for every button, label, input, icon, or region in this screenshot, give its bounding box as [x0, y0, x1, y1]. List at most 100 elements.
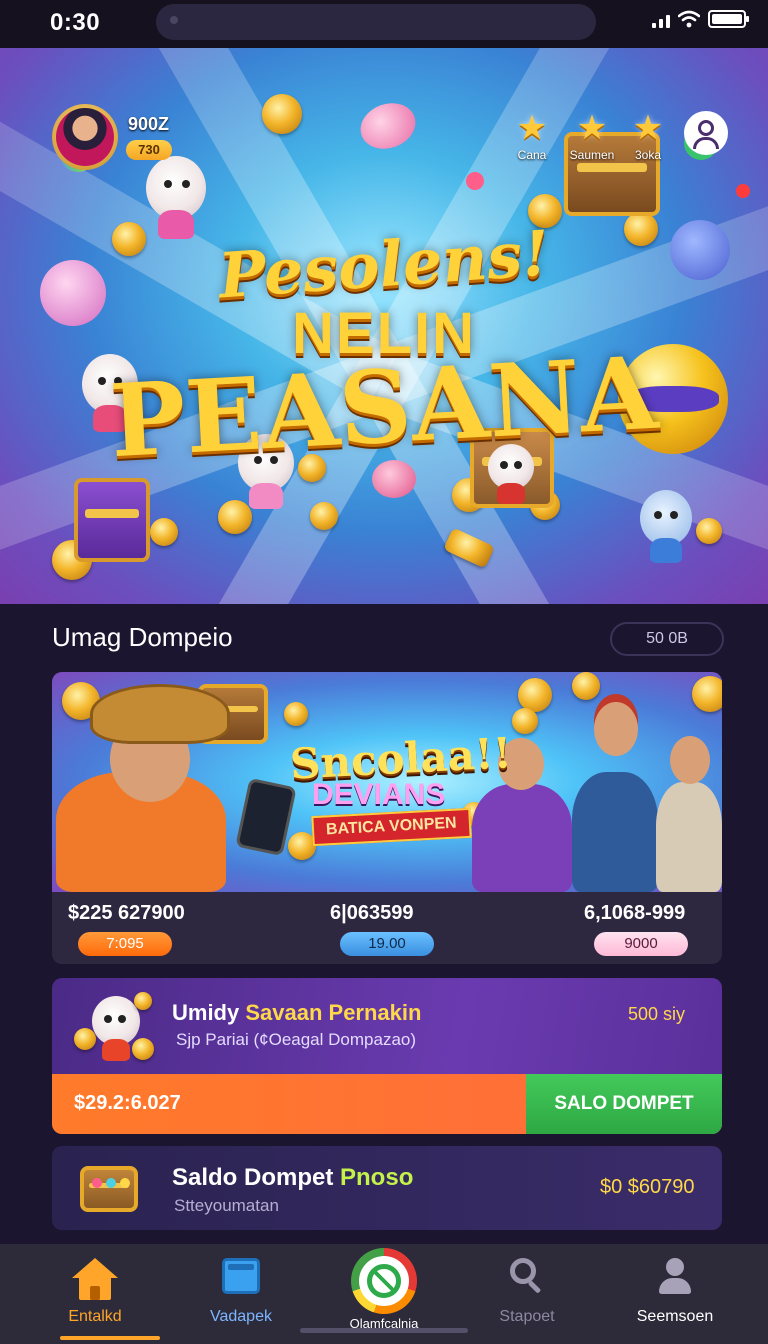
chest-shape	[80, 1166, 138, 1212]
coin-icon	[284, 702, 308, 726]
player-score: 900Z	[128, 114, 170, 134]
wallet-subtitle: Stteyoumatan	[174, 1196, 279, 1215]
offer-price: 500 siy	[628, 1004, 686, 1024]
offer-subtitle: Sjp Pariai (¢Oeagal Dompazao)	[176, 1030, 417, 1049]
section-badge[interactable]: 50 0B	[610, 622, 724, 656]
user-icon	[657, 1258, 693, 1294]
sparkle-icon	[736, 184, 750, 198]
person-figure	[472, 784, 572, 892]
tab-3oka[interactable]: ★ 3oka	[618, 110, 678, 162]
tab-label: Cana	[517, 148, 547, 162]
dynamic-island	[156, 4, 596, 40]
star-icon: ★	[632, 109, 664, 147]
play-badge-icon	[351, 1248, 417, 1314]
promo-chip[interactable]: 7:095	[78, 932, 172, 956]
avatar-image	[56, 108, 114, 166]
star-icon: ★	[576, 109, 608, 147]
nav-item-seemsoen[interactable]: Seemsoen	[600, 1244, 750, 1344]
wifi-icon	[678, 10, 700, 28]
candy-icon	[354, 95, 422, 157]
status-bar: 0:30	[0, 0, 768, 48]
signal-icon	[652, 10, 670, 28]
tab-cana[interactable]: ★ Cana	[502, 110, 562, 162]
nav-item-stapoet[interactable]: Stapoet	[452, 1244, 602, 1344]
promo-chip[interactable]: 19.00	[340, 932, 434, 956]
promo-chip[interactable]: 9000	[594, 932, 688, 956]
nav-item-entalkd[interactable]: Entalkd	[20, 1244, 170, 1344]
promo-artwork: Sncolaa!! DEVIANS BATICA VONPEN	[52, 672, 722, 892]
promo-card[interactable]: Sncolaa!! DEVIANS BATICA VONPEN $225 627…	[52, 672, 722, 964]
wallet-card[interactable]: Saldo Dompet Pnoso Stteyoumatan $0 $6079…	[52, 1146, 722, 1230]
nav-label: Seemsoen	[636, 1308, 714, 1325]
star-icon: ★	[516, 109, 548, 147]
home-icon	[72, 1258, 118, 1300]
promo-amount: $225 627900	[68, 902, 185, 924]
promo-subtitle: DEVIANS	[312, 778, 446, 811]
tab-saumen[interactable]: ★ Saumen	[562, 110, 622, 162]
tab-label: Saumen	[569, 148, 615, 162]
hat-icon	[90, 684, 230, 744]
coin-icon	[74, 1028, 96, 1050]
wallet-title-plain: Saldo Dompet	[172, 1164, 341, 1191]
section-title: Umag Dompeio	[52, 622, 233, 652]
offer-bar: $29.2:6.027 SALO DOMPET	[52, 1074, 722, 1134]
person-figure	[572, 772, 658, 892]
wallet-amount: $0 $60790	[600, 1176, 695, 1198]
nav-label: Entalkd	[68, 1308, 122, 1325]
promo-amount: 6,1068-999	[584, 902, 686, 924]
tab-label: 3oka	[634, 148, 662, 162]
offer-amount: $29.2:6.027	[74, 1092, 181, 1114]
active-tab-indicator	[60, 1336, 160, 1340]
person-figure	[656, 782, 722, 892]
coin-icon	[572, 672, 600, 700]
search-icon	[510, 1258, 544, 1294]
mascot-figure	[92, 996, 140, 1061]
coin-icon	[310, 502, 338, 530]
treasure-chest-icon	[74, 478, 150, 562]
wallet-title: Saldo Dompet Pnoso	[172, 1164, 413, 1192]
mascot-icon	[146, 156, 206, 240]
promo-values: $225 627900 7:095 6|063599 19.00 6,1068-…	[52, 892, 722, 964]
nav-item-vadapek[interactable]: Vadapek	[166, 1244, 316, 1344]
home-indicator	[300, 1328, 468, 1333]
gem-dot	[120, 1178, 130, 1188]
nav-label: Stapoet	[499, 1308, 555, 1325]
user-icon	[698, 120, 714, 136]
coin-icon	[150, 518, 178, 546]
coin-icon	[132, 1038, 154, 1060]
coin-icon	[218, 500, 252, 534]
coin-icon	[696, 518, 722, 544]
status-time: 0:30	[50, 9, 101, 36]
toolbox-icon	[76, 1156, 146, 1220]
promo-ribbon: BATICA VONPEN	[311, 807, 472, 847]
nav-label: Vadapek	[210, 1308, 272, 1325]
player-avatar[interactable]	[52, 104, 118, 170]
hero-banner[interactable]: Pesolens! NELIN PEASANA 900Z 730 ★ Cana …	[0, 48, 768, 604]
offer-card[interactable]: Umidy Savaan Pernakin Sjp Pariai (¢Oeaga…	[52, 978, 722, 1134]
user-icon-body	[693, 137, 719, 149]
coin-icon	[512, 708, 538, 734]
card-icon	[222, 1258, 260, 1294]
gem-dot	[106, 1178, 116, 1188]
coin-icon	[518, 678, 552, 712]
status-icons	[652, 10, 749, 28]
coin-icon	[134, 992, 152, 1010]
coin-icon	[692, 676, 722, 712]
player-level-badge: 730	[126, 140, 172, 160]
gem-dot	[92, 1178, 102, 1188]
offer-title-highlight: Savaan Pernakin	[245, 1000, 422, 1025]
sparkle-icon	[466, 172, 484, 190]
person-face	[670, 736, 710, 784]
wallet-title-highlight: Pnoso	[340, 1164, 414, 1191]
profile-button[interactable]	[684, 111, 728, 155]
salo-dompet-button[interactable]: SALO DOMPET	[526, 1074, 722, 1134]
mascot-icon	[640, 490, 692, 563]
offer-title: Umidy Savaan Pernakin	[172, 1000, 421, 1026]
coin-icon	[262, 94, 302, 134]
person-face	[594, 702, 638, 756]
camera-dot	[170, 16, 178, 24]
battery-icon	[708, 10, 749, 28]
mascot-icon	[74, 988, 154, 1064]
offer-title-plain: Umidy	[172, 1000, 246, 1025]
promo-amount: 6|063599	[330, 902, 414, 924]
